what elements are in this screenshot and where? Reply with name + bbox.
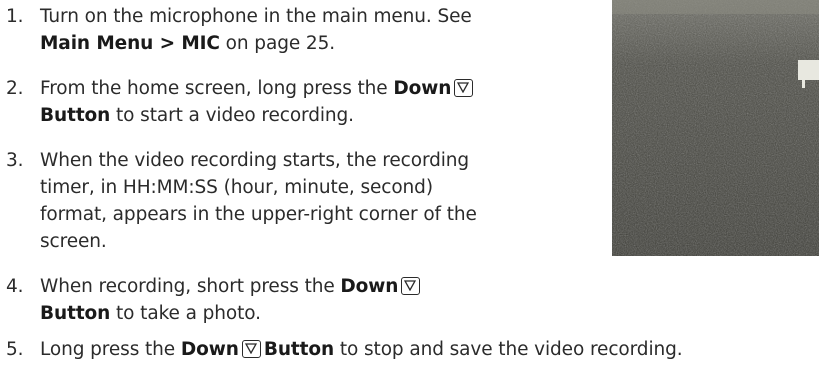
step-line: When the video recording starts, the rec… [40, 147, 477, 174]
step-number: 5. [6, 339, 24, 360]
text-run: to stop and save the video recording. [334, 339, 683, 360]
text-run: When recording, short press the [40, 276, 341, 297]
text-run: When the video recording starts, the rec… [40, 150, 470, 171]
step-line: Long press the Down Button to stop and sa… [40, 336, 683, 363]
animal-shape [798, 60, 819, 80]
button-name: Down [340, 276, 399, 297]
step-number: 2. [6, 78, 24, 99]
step-text: From the home screen, long press the Dow… [40, 75, 476, 129]
step-line: timer, in HH:MM:SS (hour, minute, second… [40, 174, 477, 201]
button-name: Button [40, 303, 111, 324]
text-run: to take a photo. [110, 303, 261, 324]
button-name: Button [40, 105, 111, 126]
text-run: Long press the [40, 339, 181, 360]
menu-path-link: Main Menu > MIC [40, 33, 220, 54]
down-button-icon [241, 340, 261, 358]
text-run: From the home screen, long press the [40, 78, 394, 99]
step-line: Turn on the microphone in the main menu.… [40, 3, 472, 30]
down-button-icon [401, 277, 421, 295]
text-run: format, appears in the upper-right corne… [40, 204, 477, 225]
down-button-icon [454, 79, 474, 97]
button-name: Down [393, 78, 452, 99]
step-text: When recording, short press the Down But… [40, 273, 423, 327]
button-name: Button [263, 339, 335, 360]
step-line: Main Menu > MIC on page 25. [40, 30, 472, 57]
field-photo-svg [612, 0, 819, 256]
thermal-field-image [612, 0, 819, 256]
step-line: Button to start a video recording. [40, 102, 476, 129]
button-name: Down [180, 339, 239, 360]
text-run: timer, in HH:MM:SS (hour, minute, second… [40, 177, 433, 198]
text-run: to start a video recording. [110, 105, 354, 126]
step-number: 4. [6, 276, 24, 297]
text-run: Turn on the microphone in the main menu.… [40, 6, 472, 27]
step-line: format, appears in the upper-right corne… [40, 201, 477, 228]
step-text: When the video recording starts, the rec… [40, 147, 477, 255]
text-run: screen. [40, 231, 107, 252]
step-text: Turn on the microphone in the main menu.… [40, 3, 472, 57]
step-line: When recording, short press the Down [40, 273, 423, 300]
step-number: 3. [6, 150, 24, 171]
step-text: Long press the Down Button to stop and sa… [40, 336, 683, 363]
text-run: on page 25. [219, 33, 336, 54]
step-number: 1. [6, 6, 24, 27]
step-line: Button to take a photo. [40, 300, 423, 327]
step-line: screen. [40, 228, 477, 255]
step-line: From the home screen, long press the Dow… [40, 75, 476, 102]
